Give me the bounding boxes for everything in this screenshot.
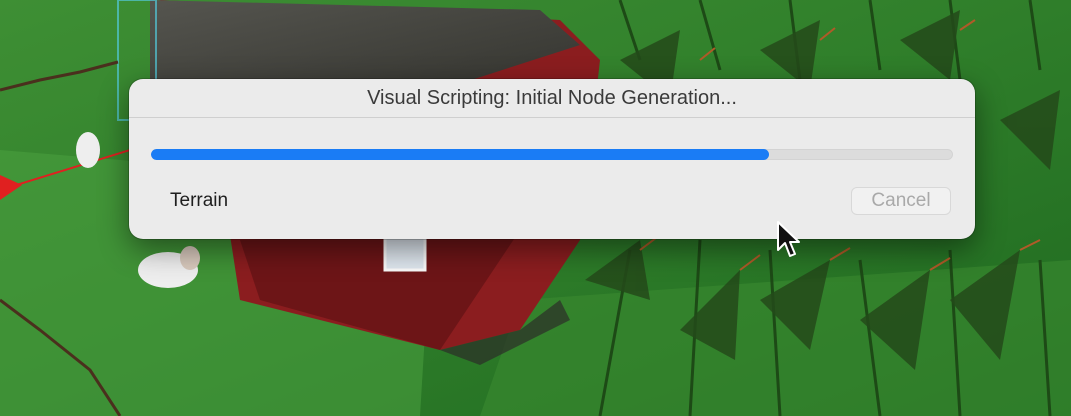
progress-bar bbox=[151, 149, 953, 160]
title-divider bbox=[129, 117, 975, 118]
progress-bar-fill bbox=[151, 149, 769, 160]
status-label: Terrain bbox=[170, 190, 229, 211]
dialog-title: Visual Scripting: Initial Node Generatio… bbox=[367, 87, 737, 109]
mouse-pointer-icon bbox=[777, 221, 800, 257]
cancel-button[interactable]: Cancel bbox=[851, 187, 951, 215]
progress-dialog: Visual Scripting: Initial Node Generatio… bbox=[129, 79, 975, 239]
